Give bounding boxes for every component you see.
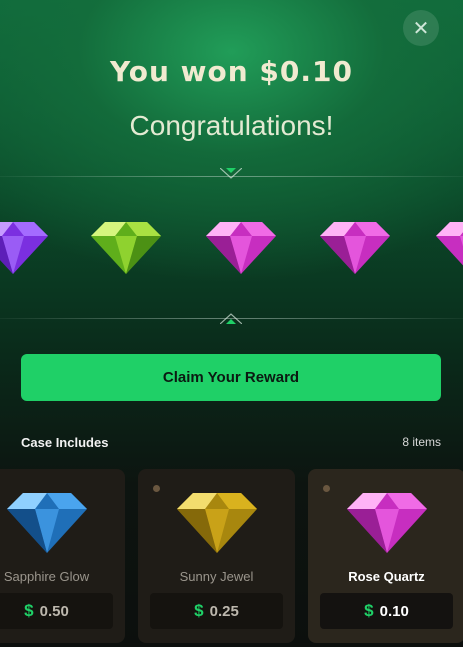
yellow-gem-icon: [177, 493, 257, 553]
dollar-icon: $: [364, 601, 374, 620]
item-price: $ 0.10: [320, 593, 453, 629]
reel-top-marker-icon: [220, 168, 242, 179]
reel-bottom-marker-icon: [220, 313, 242, 324]
purple-gem-icon: [0, 222, 48, 274]
pink-gem-icon: [347, 493, 427, 553]
reward-modal: ✕ You won $0.10 Congratulations! Claim Y…: [0, 0, 463, 647]
close-button[interactable]: ✕: [403, 10, 439, 46]
green-gem-icon: [91, 222, 161, 274]
item-price-value: 0.50: [39, 602, 69, 620]
congratulations-text: Congratulations!: [129, 110, 334, 141]
item-price-value: 0.10: [379, 602, 409, 620]
blue-gem-icon: [7, 493, 87, 553]
item-name: Rose Quartz: [348, 569, 425, 584]
item-price: $ 0.25: [150, 593, 283, 629]
status-dot: [153, 485, 160, 492]
dollar-icon: $: [194, 601, 204, 620]
item-price: $ 0.50: [0, 593, 113, 629]
dollar-icon: $: [24, 601, 34, 620]
case-item-card-selected[interactable]: Rose Quartz $ 0.10: [308, 469, 463, 643]
pink-gem-icon: [320, 222, 390, 274]
case-includes-heading: Case Includes: [21, 435, 109, 450]
close-icon: ✕: [412, 17, 430, 40]
status-dot: [323, 485, 330, 492]
item-name: Sunny Jewel: [179, 569, 254, 584]
claim-reward-button[interactable]: Claim Your Reward: [21, 354, 441, 401]
item-price-value: 0.25: [209, 602, 239, 620]
pink-gem-icon: [206, 222, 276, 274]
won-title: You won $0.10: [110, 55, 353, 88]
case-item-count: 8 items: [402, 435, 441, 449]
case-item-card[interactable]: Sapphire Glow $ 0.50: [0, 469, 125, 643]
pink-gem-icon: [436, 222, 463, 266]
item-name: Sapphire Glow: [3, 569, 90, 584]
case-item-card[interactable]: Sunny Jewel $ 0.25: [138, 469, 295, 643]
